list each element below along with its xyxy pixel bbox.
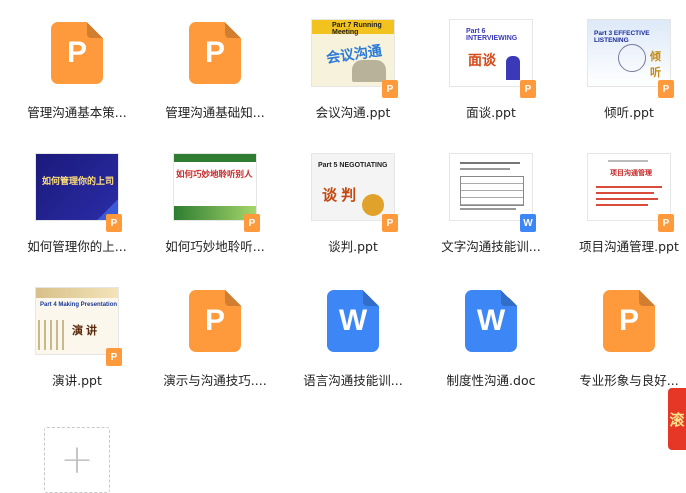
file-name: 管理沟通基础知... bbox=[165, 105, 265, 120]
file-thumbnail: W bbox=[312, 280, 394, 362]
file-thumbnail: 如何管理你的上司 P bbox=[36, 146, 122, 232]
file-tile[interactable]: P 管理沟通基本策... bbox=[8, 0, 146, 125]
ppt-badge-icon: P bbox=[244, 214, 260, 232]
slide-preview: Part 6 INTERVIEWING 面谈 bbox=[450, 20, 532, 86]
slide-heading: 演 讲 bbox=[72, 325, 98, 337]
file-name: 语言沟通技能训... bbox=[303, 373, 403, 388]
file-grid: P 管理沟通基本策... P 管理沟通基础知... Part 7 Running… bbox=[0, 0, 686, 493]
promo-label: 滚 bbox=[668, 411, 686, 427]
file-tile[interactable]: Part 6 INTERVIEWING 面谈 P 面谈.ppt bbox=[422, 0, 560, 125]
file-name: 制度性沟通.doc bbox=[446, 373, 536, 388]
ppt-badge-icon: P bbox=[106, 214, 122, 232]
file-tile[interactable]: Part 5 NEGOTIATING 谈 判 P 谈判.ppt bbox=[284, 134, 422, 259]
slide-title: Part 5 NEGOTIATING bbox=[318, 162, 388, 169]
ppt-badge-icon: P bbox=[382, 80, 398, 98]
file-name: 演讲.ppt bbox=[52, 373, 102, 388]
file-tile[interactable]: P 演示与沟通技巧.... bbox=[146, 268, 284, 393]
doc-file-icon: W bbox=[327, 290, 379, 352]
slide-title: Part 6 INTERVIEWING bbox=[466, 28, 518, 42]
file-name: 如何管理你的上... bbox=[27, 239, 127, 254]
file-tile[interactable]: 项目沟通管理 P 项目沟通管理.ppt bbox=[560, 134, 686, 259]
file-name: 文字沟通技能训... bbox=[441, 239, 541, 254]
file-thumbnail: 项目沟通管理 P bbox=[588, 146, 674, 232]
ppt-file-icon: P bbox=[603, 290, 655, 352]
slide-preview: 如何管理你的上司 bbox=[36, 154, 118, 220]
ppt-file-icon: P bbox=[189, 290, 241, 352]
file-name: 面谈.ppt bbox=[466, 105, 516, 120]
slide-heading: 谈 判 bbox=[322, 187, 357, 204]
file-thumbnail: W bbox=[450, 280, 532, 362]
ppt-file-icon: P bbox=[189, 22, 241, 84]
slide-title: Part 7 Running Meeting bbox=[332, 22, 382, 36]
slide-title: Part 4 Making Presentation bbox=[40, 302, 118, 308]
slide-preview: 如何巧妙地聆听别人 bbox=[174, 154, 256, 220]
slide-title: Part 3 EFFECTIVE LISTENING bbox=[594, 30, 650, 44]
file-thumbnail: W bbox=[450, 146, 536, 232]
file-thumbnail: P bbox=[174, 12, 256, 94]
file-tile[interactable]: 如何巧妙地聆听别人 P 如何巧妙地聆听... bbox=[146, 134, 284, 259]
file-name: 谈判.ppt bbox=[328, 239, 378, 254]
file-thumbnail: P bbox=[588, 280, 670, 362]
file-tile[interactable]: W 制度性沟通.doc bbox=[422, 268, 560, 393]
file-tile[interactable]: Part 4 Making Presentation 演 讲 P 演讲.ppt bbox=[8, 268, 146, 393]
file-name: 演示与沟通技巧.... bbox=[163, 373, 267, 388]
ppt-badge-icon: P bbox=[520, 80, 536, 98]
file-tile[interactable]: 如何管理你的上司 P 如何管理你的上... bbox=[8, 134, 146, 259]
file-thumbnail: Part 6 INTERVIEWING 面谈 P bbox=[450, 12, 536, 98]
slide-title: 如何管理你的上司 bbox=[42, 176, 115, 186]
file-tile[interactable]: P 管理沟通基础知... bbox=[146, 0, 284, 125]
file-name: 专业形象与良好... bbox=[579, 373, 679, 388]
file-name: 如何巧妙地聆听... bbox=[165, 239, 265, 254]
file-name: 项目沟通管理.ppt bbox=[579, 239, 679, 254]
slide-title: 如何巧妙地聆听别人 bbox=[176, 169, 253, 179]
file-tile[interactable]: W 文字沟通技能训... bbox=[422, 134, 560, 259]
file-thumbnail: Part 3 EFFECTIVE LISTENING 倾听 P bbox=[588, 12, 674, 98]
file-tile[interactable]: W 语言沟通技能训... bbox=[284, 268, 422, 393]
slide-preview: Part 4 Making Presentation 演 讲 bbox=[36, 288, 118, 354]
doc-file-icon: W bbox=[465, 290, 517, 352]
file-name: 倾听.ppt bbox=[604, 105, 654, 120]
file-thumbnail: Part 5 NEGOTIATING 谈 判 P bbox=[312, 146, 398, 232]
file-tile[interactable]: P 专业形象与良好... bbox=[560, 268, 686, 393]
file-tile[interactable]: Part 3 EFFECTIVE LISTENING 倾听 P 倾听.ppt bbox=[560, 0, 686, 125]
ppt-badge-icon: P bbox=[658, 80, 674, 98]
slide-preview: 项目沟通管理 bbox=[588, 154, 670, 220]
file-thumbnail: P bbox=[174, 280, 256, 362]
file-thumbnail: 如何巧妙地聆听别人 P bbox=[174, 146, 260, 232]
slide-preview: Part 3 EFFECTIVE LISTENING 倾听 bbox=[588, 20, 670, 86]
file-name: 管理沟通基本策... bbox=[27, 105, 127, 120]
file-thumbnail: Part 4 Making Presentation 演 讲 P bbox=[36, 280, 122, 366]
file-tile[interactable]: Part 7 Running Meeting 会议沟通 P 会议沟通.ppt bbox=[284, 0, 422, 125]
slide-heading: 面谈 bbox=[468, 52, 496, 68]
ppt-badge-icon: P bbox=[382, 214, 398, 232]
doc-badge-icon: W bbox=[520, 214, 536, 232]
file-name: 会议沟通.ppt bbox=[315, 105, 391, 120]
ppt-badge-icon: P bbox=[106, 348, 122, 366]
plus-icon: + bbox=[60, 437, 94, 483]
ppt-file-icon: P bbox=[51, 22, 103, 84]
side-promo-tab[interactable]: 滚 bbox=[668, 388, 686, 450]
file-thumbnail: P bbox=[36, 12, 118, 94]
slide-preview: Part 5 NEGOTIATING 谈 判 bbox=[312, 154, 394, 220]
ppt-badge-icon: P bbox=[658, 214, 674, 232]
slide-title: 项目沟通管理 bbox=[610, 170, 652, 177]
doc-preview bbox=[450, 154, 532, 220]
file-thumbnail: Part 7 Running Meeting 会议沟通 P bbox=[312, 12, 398, 98]
add-file-button[interactable]: + bbox=[44, 427, 110, 493]
slide-preview: Part 7 Running Meeting 会议沟通 bbox=[312, 20, 394, 86]
slide-heading: 倾听 bbox=[650, 51, 661, 79]
